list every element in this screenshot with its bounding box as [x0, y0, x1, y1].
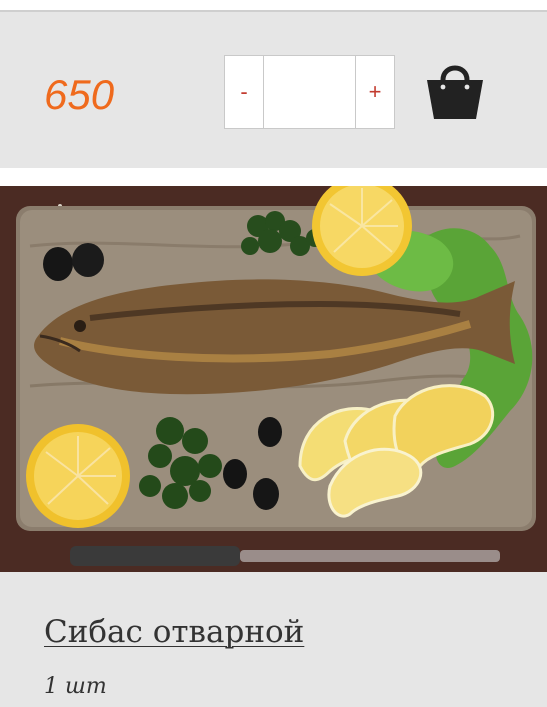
- decrement-button[interactable]: -: [225, 56, 264, 128]
- shopping-bag-icon[interactable]: [420, 54, 490, 126]
- increment-button[interactable]: +: [355, 56, 394, 128]
- product-photo[interactable]: [0, 186, 547, 572]
- spacer: [0, 168, 547, 186]
- quantity-stepper: - +: [224, 55, 395, 130]
- product-title-link[interactable]: Сибас отварной: [44, 614, 304, 650]
- product-unit: 1 шт: [44, 674, 107, 699]
- quantity-input[interactable]: [264, 56, 361, 130]
- product-price: 650: [44, 71, 115, 118]
